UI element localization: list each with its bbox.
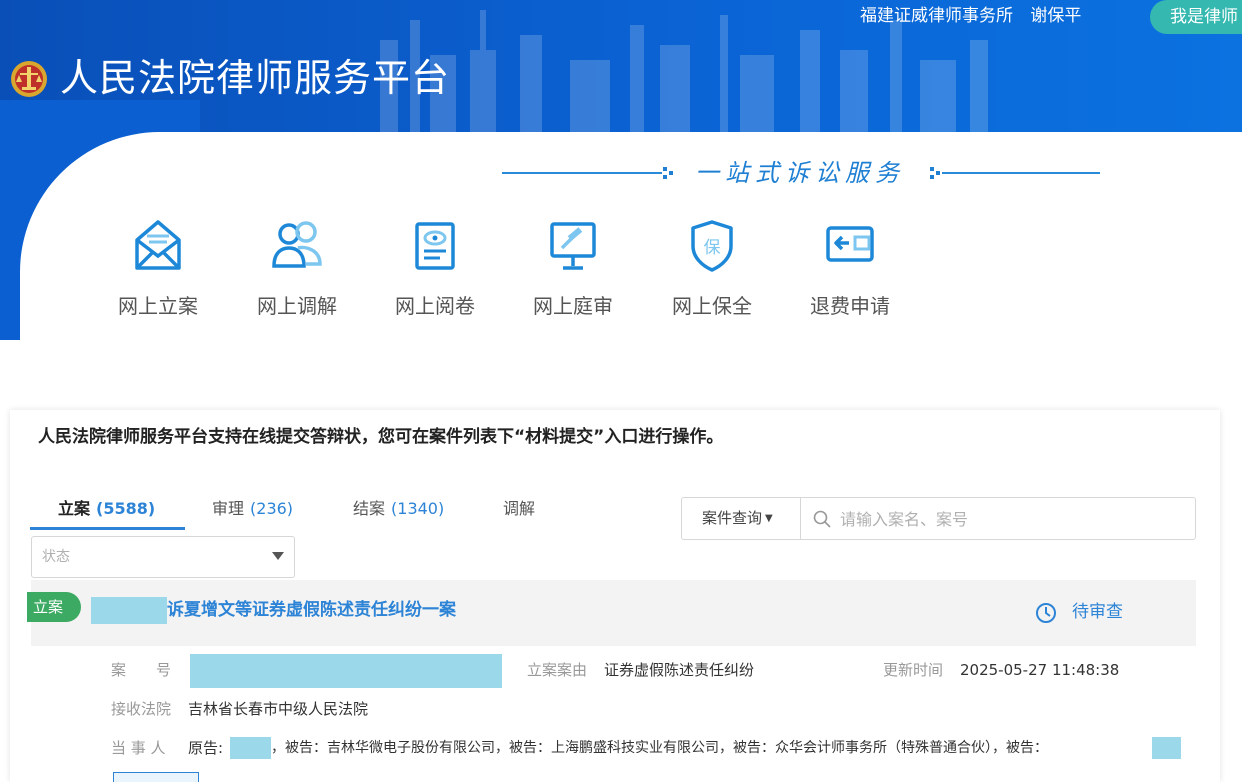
service-online-file-review[interactable]: 网上阅卷 [375,218,495,328]
caret-down-icon [272,552,284,560]
slogan-line-left [502,172,662,174]
service-label: 网上立案 [118,294,198,318]
material-submit-button[interactable] [113,772,199,782]
slogan-text: 一站式诉讼服务 [695,159,905,187]
case-review-status: 待审查 [1072,602,1123,622]
court-label: 接收法院 [111,700,172,718]
tab-count: (1340) [391,499,445,518]
document-eye-icon [415,222,455,270]
slogan-line-right [942,172,1100,174]
law-firm-name: 福建证威律师事务所 [860,6,1013,26]
case-no-label: 案 号 [111,661,172,679]
tab-count: (236) [250,499,294,518]
status-filter-select[interactable]: 状态 [31,536,295,578]
slogan-dot [930,175,934,179]
updated-value: 2025-05-27 11:48:38 [960,661,1120,679]
user-name[interactable]: 谢保平 [1030,6,1081,26]
tab-closed[interactable]: 结案 (1340) [353,496,444,530]
service-label: 网上保全 [672,294,752,318]
service-label: 网上阅卷 [395,294,475,318]
service-online-mediation[interactable]: 网上调解 [237,218,357,328]
site-title: 人民法院律师服务平台 [60,56,451,100]
slogan-dot [669,171,673,175]
shield-icon: 保 [691,220,733,272]
redacted-party [1152,737,1181,759]
slogan-dot [930,167,934,171]
tab-label: 结案 [353,499,386,518]
tab-count: (5588) [96,499,156,518]
search-icon [813,510,831,528]
tab-label: 立案 [58,499,91,518]
search-group: 案件查询 ▼ [681,497,1196,540]
wallet-refund-icon [826,226,874,262]
tab-mediation[interactable]: 调解 [503,496,535,530]
status-placeholder: 状态 [42,549,70,565]
case-status-badge: 立案 [27,592,81,622]
gavel-screen-icon [550,222,596,270]
case-title-link[interactable]: 诉夏增文等证券虚假陈述责任纠纷一案 [167,598,456,622]
cause-label: 立案案由 [527,661,588,679]
slogan-dot [663,175,667,179]
people-icon [272,221,322,268]
query-type-select[interactable]: 案件查询 ▼ [682,498,801,539]
case-list-card: 人民法院律师服务平台支持在线提交答辩状，您可在案件列表下“材料提交”入口进行操作… [10,410,1220,782]
cause-value: 证券虚假陈述责任纠纷 [604,661,755,679]
clock-icon [1036,603,1056,623]
court-emblem-icon [11,61,47,97]
redacted-case-number [190,654,502,688]
service-online-filing[interactable]: 网上立案 [98,218,218,328]
service-label: 网上庭审 [533,294,613,318]
tab-filing[interactable]: 立案 (5588) [30,496,185,530]
service-online-hearing[interactable]: 网上庭审 [513,218,633,328]
updated-label: 更新时间 [883,661,944,679]
query-type-label: 案件查询 [702,509,763,527]
svg-text:保: 保 [704,238,721,258]
user-info: 福建证威律师事务所 谢保平 [860,4,1093,28]
service-label: 网上调解 [257,294,337,318]
lawyer-button[interactable]: 我是律师 [1150,0,1242,34]
parties-defendants: ，被告：吉林华微电子股份有限公司，被告：上海鹏盛科技实业有限公司，被告：众华会计… [271,740,1048,756]
court-value: 吉林省长春市中级人民法院 [188,700,369,718]
parties-plaintiff-prefix: 原告: [188,739,224,757]
tab-label: 审理 [212,499,245,518]
notice-text: 人民法院律师服务平台支持在线提交答辩状，您可在案件列表下“材料提交”入口进行操作… [38,427,724,447]
tab-trial[interactable]: 审理 (236) [212,496,293,530]
caret-down-icon: ▼ [765,513,773,524]
redacted-plaintiff [91,597,167,624]
service-refund-request[interactable]: 退费申请 [790,218,910,328]
envelope-icon [135,220,181,270]
search-input[interactable] [840,504,1180,534]
parties-label: 当 事 人 [111,739,166,757]
slogan: 一站式诉讼服务 [500,155,1100,191]
redacted-party [230,737,271,759]
service-online-preservation[interactable]: 保 网上保全 [652,218,772,328]
tab-label: 调解 [503,499,536,518]
slogan-dot [663,167,667,171]
slogan-dot [936,171,940,175]
service-label: 退费申请 [810,294,890,318]
